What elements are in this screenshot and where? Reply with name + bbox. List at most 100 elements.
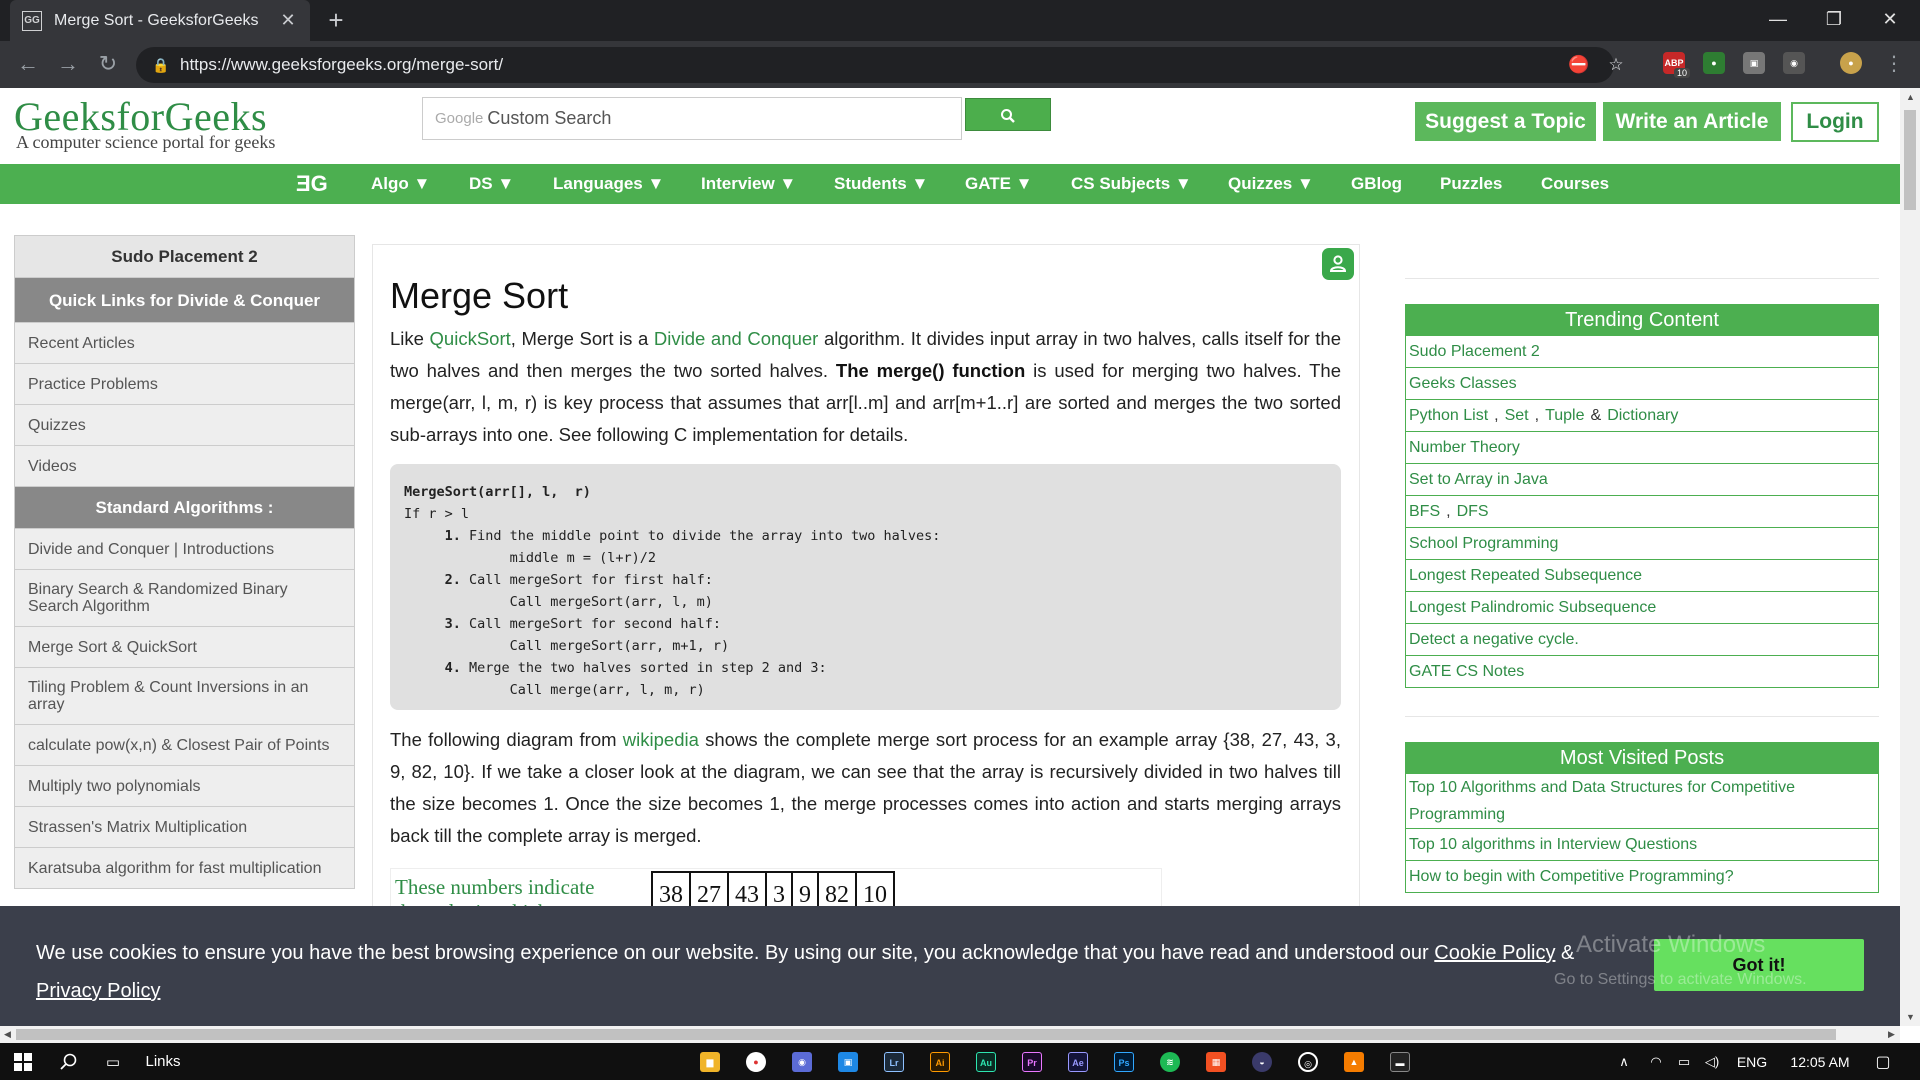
obs-icon[interactable]: ◎ [1298, 1052, 1318, 1072]
trending-link[interactable]: Set [1505, 402, 1529, 429]
nav-item-languages[interactable]: Languages ▼ [553, 164, 664, 204]
sidebar-item-divide-conquer-intro[interactable]: Divide and Conquer | Introductions [15, 529, 354, 570]
office-icon[interactable]: ▦ [1206, 1052, 1226, 1072]
suggest-topic-button[interactable]: Suggest a Topic [1415, 102, 1596, 141]
search-button[interactable] [965, 98, 1051, 131]
trending-link[interactable]: Tuple [1545, 402, 1584, 429]
horizontal-scroll-thumb[interactable] [16, 1029, 1836, 1040]
file-explorer-icon[interactable]: ▆ [700, 1052, 720, 1072]
reload-icon[interactable]: ↻ [92, 49, 124, 81]
trending-link[interactable]: Sudo Placement 2 [1409, 338, 1540, 365]
trending-link[interactable]: DFS [1457, 498, 1489, 525]
trending-link[interactable]: Python List [1409, 402, 1488, 429]
trending-link[interactable]: Longest Palindromic Subsequence [1409, 594, 1656, 621]
clock[interactable]: 12:05 AM [1782, 1043, 1858, 1080]
nav-item-puzzles[interactable]: Puzzles [1440, 164, 1502, 204]
nav-item-gate[interactable]: GATE ▼ [965, 164, 1033, 204]
bookmark-star-icon[interactable]: ☆ [1606, 55, 1626, 75]
nav-item-quizzes[interactable]: Quizzes ▼ [1228, 164, 1314, 204]
new-tab-icon[interactable]: + [322, 7, 350, 35]
divide-and-conquer-link[interactable]: Divide and Conquer [654, 328, 818, 349]
language-indicator[interactable]: ENG [1730, 1043, 1774, 1080]
most-visited-item[interactable]: How to begin with Competitive Programmin… [1406, 860, 1878, 892]
nav-item-algo[interactable]: Algo ▼ [371, 164, 430, 204]
trending-item[interactable]: Geeks Classes [1406, 367, 1878, 399]
nav-item-cs-subjects[interactable]: CS Subjects ▼ [1071, 164, 1192, 204]
trending-item[interactable]: Longest Palindromic Subsequence [1406, 591, 1878, 623]
profile-avatar[interactable]: ● [1840, 52, 1862, 74]
gfg-home-icon[interactable]: ƎG [296, 164, 328, 204]
trending-link[interactable]: Number Theory [1409, 434, 1520, 461]
notifications-icon[interactable]: ▢ [1866, 1043, 1900, 1080]
photoshop-icon[interactable]: Ps [1114, 1052, 1134, 1072]
scroll-up-arrow-icon[interactable]: ▲ [1906, 92, 1915, 102]
write-article-button[interactable]: Write an Article [1603, 102, 1781, 141]
battery-icon[interactable]: ▭ [1672, 1043, 1696, 1080]
sidebar-title[interactable]: Sudo Placement 2 [15, 236, 354, 278]
task-view-icon[interactable]: ▭ [98, 1043, 128, 1080]
trending-link[interactable]: GATE CS Notes [1409, 658, 1524, 685]
show-hidden-icons-icon[interactable]: ∧ [1612, 1043, 1636, 1080]
search-taskbar-icon[interactable] [54, 1043, 84, 1080]
trending-item[interactable]: Longest Repeated Subsequence [1406, 559, 1878, 591]
trending-link[interactable]: Longest Repeated Subsequence [1409, 562, 1642, 589]
forward-icon[interactable]: → [52, 49, 84, 81]
trending-link[interactable]: Set to Array in Java [1409, 466, 1548, 493]
color-extension-icon[interactable]: ● [1703, 52, 1725, 74]
after-effects-icon[interactable]: Ae [1068, 1052, 1088, 1072]
close-tab-icon[interactable]: ✕ [278, 10, 298, 31]
trending-link[interactable]: Geeks Classes [1409, 370, 1517, 397]
login-button[interactable]: Login [1791, 102, 1879, 142]
nav-item-students[interactable]: Students ▼ [834, 164, 928, 204]
sidebar-item-binary-search[interactable]: Binary Search & Randomized Binary Search… [15, 570, 354, 627]
trending-item[interactable]: Sudo Placement 2 [1406, 335, 1878, 367]
nav-item-ds[interactable]: DS ▼ [469, 164, 514, 204]
url-text[interactable]: https://www.geeksforgeeks.org/merge-sort… [180, 55, 503, 75]
omnibox[interactable]: 🔒 https://www.geeksforgeeks.org/merge-so… [136, 47, 1624, 83]
restore-icon[interactable]: ❐ [1806, 0, 1862, 38]
sidebar-item-recent-articles[interactable]: Recent Articles [15, 323, 354, 364]
volume-icon[interactable]: ◁) [1700, 1043, 1724, 1080]
sidebar-item-tiling-problem[interactable]: Tiling Problem & Count Inversions in an … [15, 668, 354, 725]
chrome-icon[interactable]: ● [746, 1052, 766, 1072]
sidebar-item-quizzes[interactable]: Quizzes [15, 405, 354, 446]
spotify-icon[interactable]: ≋ [1160, 1052, 1180, 1072]
nav-item-interview[interactable]: Interview ▼ [701, 164, 796, 204]
trending-link[interactable]: School Programming [1409, 530, 1558, 557]
sidebar-quick-links-header[interactable]: Quick Links for Divide & Conquer [15, 278, 354, 323]
scroll-left-arrow-icon[interactable]: ◀ [4, 1029, 11, 1040]
quicksort-link[interactable]: QuickSort [430, 328, 511, 349]
wikipedia-link[interactable]: wikipedia [623, 729, 699, 750]
lightroom-icon[interactable]: Lr [884, 1052, 904, 1072]
sidebar-item-strassen[interactable]: Strassen's Matrix Multiplication [15, 807, 354, 848]
vlc-icon[interactable]: ▲ [1344, 1052, 1364, 1072]
cookie-policy-link[interactable]: Cookie Policy [1434, 942, 1555, 964]
site-settings-icon[interactable]: ⛔ [1568, 55, 1589, 75]
trending-item[interactable]: Detect a negative cycle. [1406, 623, 1878, 655]
nav-item-courses[interactable]: Courses [1541, 164, 1609, 204]
most-visited-item[interactable]: Top 10 algorithms in Interview Questions [1406, 828, 1878, 860]
terminal-icon[interactable]: ▬ [1390, 1052, 1410, 1072]
nav-item-gblog[interactable]: GBlog [1351, 164, 1402, 204]
privacy-policy-link[interactable]: Privacy Policy [36, 980, 160, 1002]
close-window-icon[interactable]: ✕ [1862, 0, 1918, 38]
discord-icon[interactable]: ◉ [792, 1052, 812, 1072]
illustrator-icon[interactable]: Ai [930, 1052, 950, 1072]
trending-item[interactable]: School Programming [1406, 527, 1878, 559]
browser-tab[interactable]: GG Merge Sort - GeeksforGeeks ✕ [10, 0, 310, 41]
vertical-scrollbar[interactable] [1900, 88, 1920, 1026]
sidebar-item-karatsuba[interactable]: Karatsuba algorithm for fast multiplicat… [15, 848, 354, 889]
search-input[interactable]: Google Custom Search [422, 97, 962, 140]
trending-link[interactable]: Dictionary [1607, 402, 1678, 429]
windows-start-icon[interactable] [8, 1043, 38, 1080]
trending-link[interactable]: Detect a negative cycle. [1409, 626, 1579, 653]
puzzle-extension-icon[interactable]: ▣ [1743, 52, 1765, 74]
minimize-icon[interactable]: — [1750, 0, 1806, 38]
scroll-right-arrow-icon[interactable]: ▶ [1888, 1029, 1895, 1040]
taskbar-links[interactable]: Links [138, 1043, 188, 1080]
menu-kebab-icon[interactable]: ⋮ [1878, 49, 1910, 81]
sidebar-item-practice-problems[interactable]: Practice Problems [15, 364, 354, 405]
trending-item[interactable]: Number Theory [1406, 431, 1878, 463]
sidebar-item-pow-closest-pair[interactable]: calculate pow(x,n) & Closest Pair of Poi… [15, 725, 354, 766]
bulb-extension-icon[interactable]: ◉ [1783, 52, 1805, 74]
